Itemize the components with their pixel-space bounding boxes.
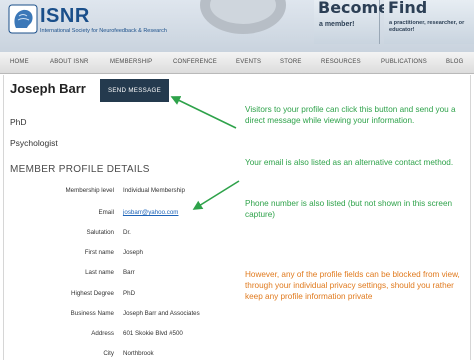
label-email: Email [98, 209, 114, 216]
site-header: ISNR International Society for Neurofeed… [0, 0, 474, 52]
title-line: Psychologist [10, 138, 58, 148]
become-title: Become [318, 0, 390, 17]
degree-line: PhD [10, 117, 27, 127]
find-subtitle: a practitioner, researcher, or educator! [389, 20, 465, 33]
nav-resources[interactable]: RESOURCES [321, 59, 361, 65]
value-last-name: Barr [123, 269, 135, 276]
value-highest-degree: PhD [123, 290, 136, 297]
brain-logo-icon [8, 4, 38, 34]
nav-blog[interactable]: BLOG [446, 59, 463, 65]
value-city: Northbrook [123, 350, 154, 357]
find-title: Find [388, 0, 428, 17]
label-city: City [103, 350, 114, 357]
label-salutation: Salutation [86, 229, 114, 236]
phone-annotation: Phone number is also listed (but not sho… [245, 199, 453, 219]
label-address: Address [91, 330, 114, 337]
logo-text[interactable]: ISNR [40, 5, 90, 28]
header-decoration [200, 0, 286, 34]
send-message-button[interactable]: SEND MESSAGE [100, 79, 169, 102]
details-heading: MEMBER PROFILE DETAILS [10, 164, 150, 175]
privacy-annotation: However, any of the profile fields can b… [245, 270, 460, 301]
value-business-name: Joseph Barr and Associates [123, 310, 200, 317]
main-nav: HOME ABOUT ISNR MEMBERSHIP CONFERENCE EV… [0, 52, 474, 74]
nav-conference[interactable]: CONFERENCE [173, 59, 217, 65]
nav-publications[interactable]: PUBLICATIONS [381, 59, 427, 65]
value-membership-level: Individual Membership [123, 187, 185, 194]
logo-tagline: International Society for Neurofeedback … [40, 28, 167, 34]
email-annotation: Your email is also listed as an alternat… [245, 158, 454, 167]
nav-home[interactable]: HOME [10, 59, 29, 65]
label-highest-degree: Highest Degree [71, 290, 114, 297]
become-subtitle: a member! [319, 21, 355, 28]
label-last-name: Last name [85, 269, 114, 276]
member-name: Joseph Barr [10, 81, 86, 96]
label-business-name: Business Name [70, 310, 114, 317]
value-salutation: Dr. [123, 229, 131, 236]
value-first-name: Joseph [123, 249, 143, 256]
nav-store[interactable]: STORE [280, 59, 302, 65]
label-first-name: First name [84, 249, 114, 256]
value-address: 601 Skokie Blvd #500 [123, 330, 183, 337]
nav-events[interactable]: EVENTS [236, 59, 261, 65]
label-membership-level: Membership level [65, 187, 115, 194]
become-member-banner[interactable]: Become a member! [314, 0, 389, 44]
nav-membership[interactable]: MEMBERSHIP [110, 59, 152, 65]
email-link[interactable]: josbarr@yahoo.com [123, 209, 178, 216]
find-practitioner-banner[interactable]: Find a practitioner, researcher, or educ… [384, 0, 474, 44]
nav-about[interactable]: ABOUT ISNR [50, 59, 89, 65]
button-annotation: Visitors to your profile can click this … [245, 105, 456, 125]
